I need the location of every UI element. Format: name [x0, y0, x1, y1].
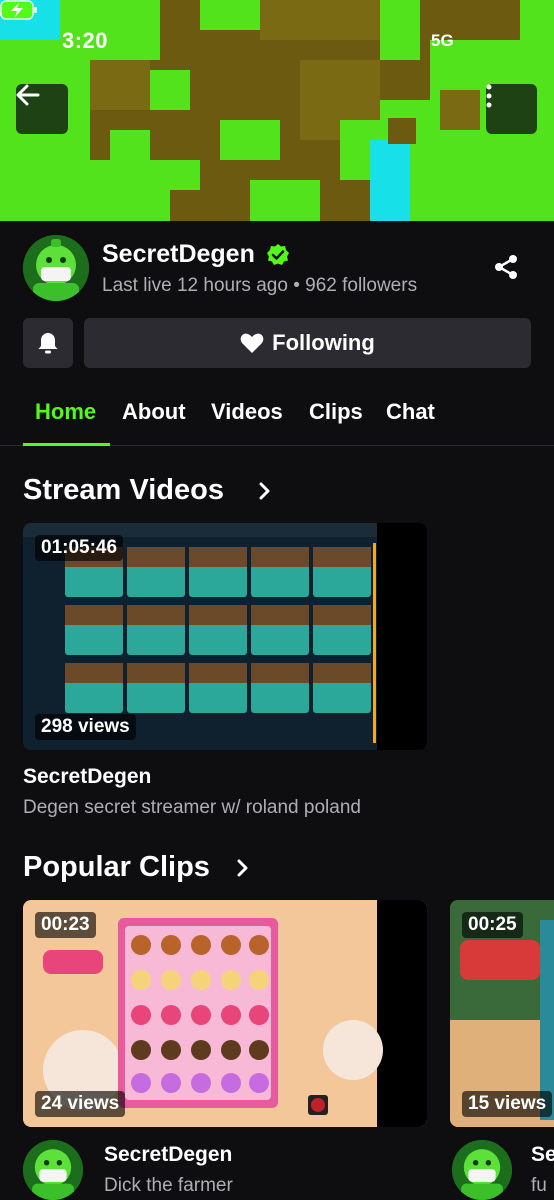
- clip-channel-name[interactable]: SecretDegen: [104, 1143, 232, 1167]
- status-bar: 3:20 5G: [0, 0, 554, 84]
- clip-views-badge: 15 views: [462, 1091, 553, 1117]
- clip-card[interactable]: 00:23 24 views: [23, 900, 427, 1127]
- tab-about[interactable]: About: [122, 399, 186, 425]
- video-channel-name[interactable]: SecretDegen: [23, 765, 151, 789]
- channel-tabs: Home About Videos Clips Chat: [0, 390, 554, 446]
- tab-videos[interactable]: Videos: [211, 399, 283, 425]
- arrow-left-icon: [16, 84, 40, 106]
- stream-video-card[interactable]: 01:05:46 298 views: [23, 523, 427, 750]
- followers-count: 962 followers: [305, 275, 418, 296]
- chevron-right-icon[interactable]: [258, 482, 272, 500]
- tab-home[interactable]: Home: [35, 399, 96, 425]
- battery-charging-icon: [0, 0, 37, 20]
- clip-duration-badge: 00:23: [35, 912, 96, 938]
- tab-chat[interactable]: Chat: [386, 399, 435, 425]
- bell-icon: [38, 333, 58, 354]
- tab-clips[interactable]: Clips: [309, 399, 363, 425]
- share-button[interactable]: [492, 253, 520, 281]
- more-options-button[interactable]: [486, 84, 537, 134]
- more-vertical-icon: [486, 84, 492, 108]
- avatar-image: [452, 1140, 512, 1200]
- clip-channel-avatar[interactable]: [23, 1140, 83, 1200]
- meta-separator: •: [293, 275, 306, 296]
- status-time: 3:20: [62, 28, 109, 53]
- channel-name: SecretDegen: [102, 240, 255, 268]
- following-label: Following: [272, 330, 375, 355]
- popular-clips-title[interactable]: Popular Clips: [23, 851, 210, 884]
- video-description[interactable]: Degen secret streamer w/ roland poland: [23, 797, 361, 819]
- video-duration-badge: 01:05:46: [35, 535, 124, 561]
- notifications-button[interactable]: [23, 318, 73, 368]
- active-tab-indicator: [23, 443, 110, 446]
- clip-views-badge: 24 views: [35, 1091, 126, 1117]
- channel-banner: 3:20 5G: [0, 0, 554, 221]
- clip-channel-name[interactable]: Se: [531, 1143, 554, 1167]
- share-icon: [495, 255, 517, 279]
- channel-avatar[interactable]: [23, 235, 89, 301]
- avatar-image: [23, 1140, 83, 1200]
- clip-card[interactable]: 00:25 15 views: [450, 900, 554, 1127]
- stream-videos-title[interactable]: Stream Videos: [23, 474, 224, 507]
- avatar-image: [23, 235, 89, 301]
- heart-icon: [240, 333, 264, 353]
- clip-duration-badge: 00:25: [462, 912, 523, 938]
- following-button[interactable]: Following: [84, 318, 531, 368]
- network-type: 5G: [431, 31, 454, 50]
- clip-channel-avatar[interactable]: [452, 1140, 512, 1200]
- last-live-text: Last live 12 hours ago: [102, 275, 288, 296]
- back-button[interactable]: [16, 84, 68, 134]
- clip-title[interactable]: Dick the farmer: [104, 1175, 233, 1197]
- channel-meta: Last live 12 hours ago • 962 followers: [102, 275, 417, 297]
- video-views-badge: 298 views: [35, 714, 136, 740]
- chevron-right-icon[interactable]: [236, 859, 250, 877]
- verified-check-icon: [267, 244, 289, 265]
- clip-title[interactable]: fu: [531, 1175, 547, 1197]
